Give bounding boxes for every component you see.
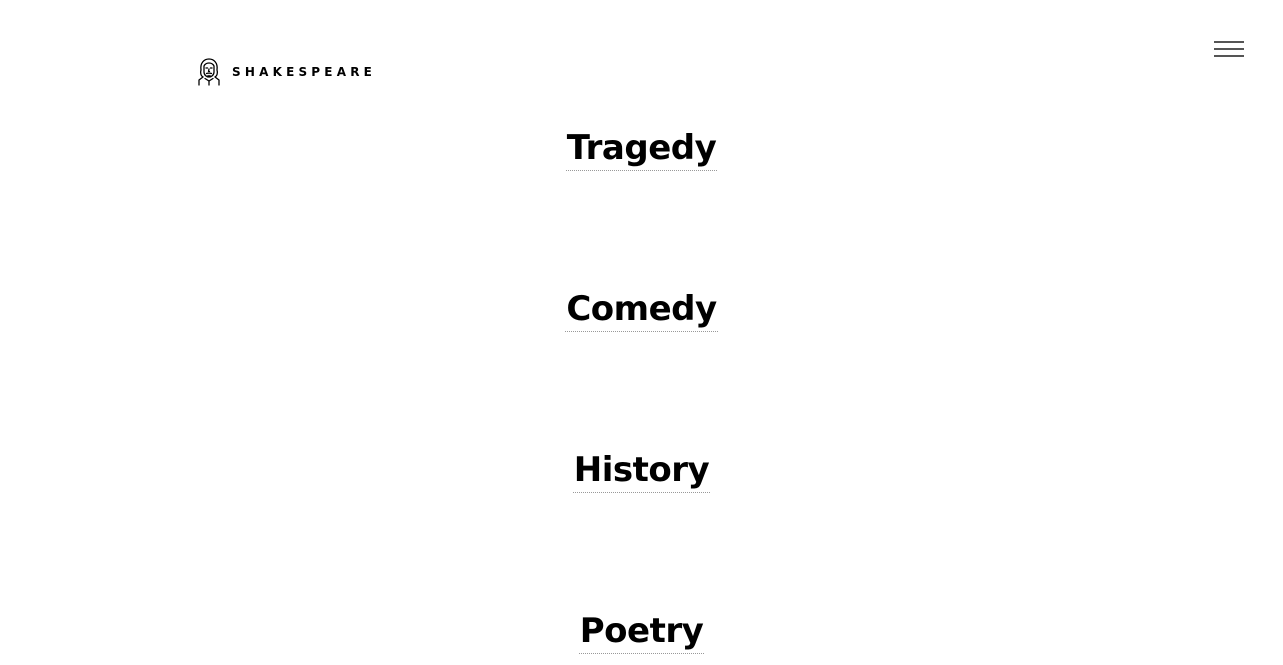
genre-item-history: History [0,450,1283,493]
genre-link-history[interactable]: History [572,450,711,493]
genre-item-poetry: Poetry [0,611,1283,654]
genre-list: Tragedy Comedy History Poetry [0,0,1283,665]
genre-item-tragedy: Tragedy [0,128,1283,171]
genre-link-comedy[interactable]: Comedy [565,289,718,332]
genre-link-poetry[interactable]: Poetry [578,611,705,654]
genre-item-comedy: Comedy [0,289,1283,332]
genre-link-tragedy[interactable]: Tragedy [565,128,718,171]
